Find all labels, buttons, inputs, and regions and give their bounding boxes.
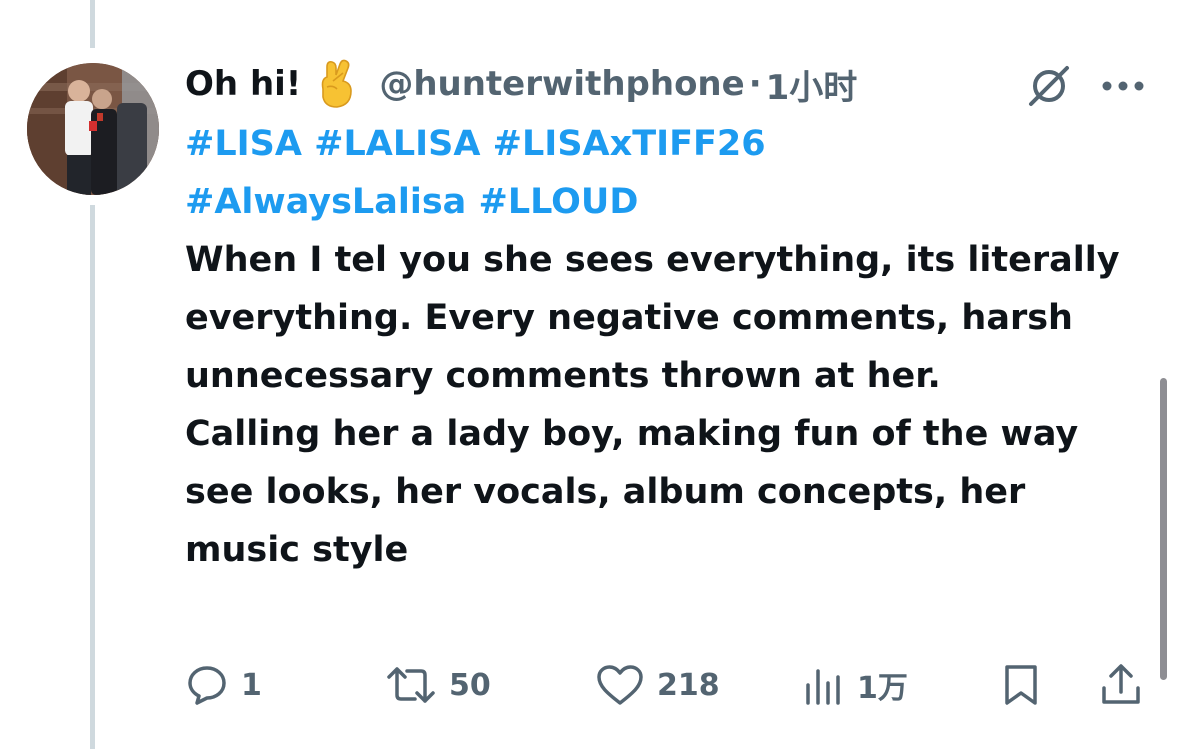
more-options-icon[interactable] [1101,79,1145,93]
action-bar: 1 50 218 1万 [185,657,1145,713]
grok-icon[interactable] [1025,62,1073,110]
tweet-header: Oh hi! @hunterwithphone · 1小时 [185,56,1145,112]
repost-button[interactable]: 50 [385,657,491,713]
thread-connector-bottom [90,205,95,749]
thread-connector-top [90,0,95,48]
author-handle[interactable]: @hunterwithphone [379,64,744,104]
bookmark-icon [1005,665,1037,705]
share-button[interactable] [1099,657,1155,713]
hashtag-link[interactable]: #AlwaysLalisa [185,182,466,222]
hashtag-link[interactable]: #LISA [185,124,302,164]
reply-icon [188,666,226,705]
tweet-body-paragraph: When I tel you she sees everything, its … [185,240,1120,396]
tweet-screen: Oh hi! @hunterwithphone · 1小时 #LISA #LAL… [0,0,1179,749]
like-button[interactable]: 218 [595,657,720,713]
like-count: 218 [657,667,720,703]
repost-icon [387,667,435,703]
header-separator: · [748,64,762,104]
hashtag-list: #LISA #LALISA #LISAxTIFF26 #AlwaysLalisa… [185,115,1145,231]
reply-count: 1 [241,667,262,703]
post-time[interactable]: 1小时 [766,60,858,109]
scrollbar[interactable] [1160,378,1167,680]
hashtag-link[interactable]: #LALISA [314,124,480,164]
heart-icon [597,665,643,705]
avatar[interactable] [27,63,159,195]
bookmark-button[interactable] [1001,657,1053,713]
share-icon [1102,664,1140,704]
author-name[interactable]: Oh hi! [185,64,301,104]
hashtag-link[interactable]: #LISAxTIFF26 [493,124,766,164]
views-button[interactable]: 1万 [803,657,908,713]
tweet-content: Oh hi! @hunterwithphone · 1小时 #LISA #LAL… [185,56,1145,579]
view-count: 1万 [857,671,908,706]
tweet-body: When I tel you she sees everything, its … [185,231,1145,579]
reply-button[interactable]: 1 [185,657,262,713]
hashtag-link[interactable]: #LLOUD [479,182,639,222]
crossed-fingers-emoji-icon [313,59,359,109]
repost-count: 50 [449,667,491,703]
header-actions [1025,62,1145,110]
tweet-body-paragraph: Calling her a lady boy, making fun of th… [185,414,1079,570]
views-chart-icon [806,669,840,705]
